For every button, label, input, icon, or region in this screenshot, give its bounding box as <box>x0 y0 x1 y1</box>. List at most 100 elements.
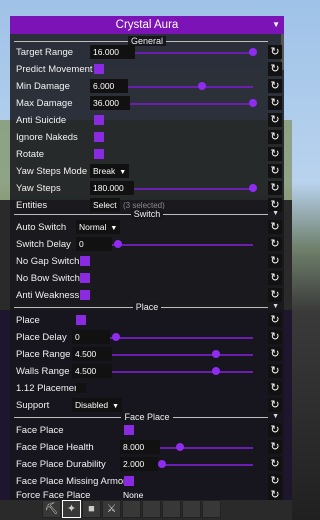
setting-112-placement[interactable]: 1.12 Placement ↻ <box>10 380 284 397</box>
setting-yaw-steps[interactable]: Yaw Steps 180.000 ↻ <box>10 180 284 197</box>
hotbar-slot[interactable] <box>122 500 141 518</box>
reset-icon[interactable]: ↻ <box>268 440 282 454</box>
max-damage-slider[interactable] <box>130 103 253 105</box>
walls-range-slider[interactable] <box>112 371 253 373</box>
hotbar-slot[interactable] <box>162 500 181 518</box>
setting-force-face-place[interactable]: Force Face Place None ↻ <box>10 487 284 500</box>
reset-icon[interactable]: ↻ <box>268 79 282 93</box>
force-face-place-dropdown[interactable]: None <box>120 488 146 500</box>
reset-icon[interactable]: ↻ <box>268 45 282 59</box>
setting-no-gap-switch[interactable]: No Gap Switch ↻ <box>10 253 284 270</box>
reset-icon[interactable]: ↻ <box>268 113 282 127</box>
face-place-checkbox[interactable] <box>124 425 134 435</box>
setting-min-damage[interactable]: Min Damage 6.000 ↻ <box>10 78 284 95</box>
setting-anti-suicide[interactable]: Anti Suicide ↻ <box>10 112 284 129</box>
setting-place[interactable]: Place ↻ <box>10 312 284 329</box>
place-delay-value[interactable]: 0 <box>72 330 110 344</box>
slider-knob[interactable] <box>198 82 206 90</box>
panel-title-bar[interactable]: Crystal Aura ▼ <box>10 16 284 34</box>
target-range-value[interactable]: 16.000 <box>90 45 135 59</box>
face-place-durability-value[interactable]: 2.000 <box>120 457 158 471</box>
slider-knob[interactable] <box>212 367 220 375</box>
setting-face-place-durability[interactable]: Face Place Durability 2.000 ↻ <box>10 456 284 473</box>
setting-face-place[interactable]: Face Place ↻ <box>10 422 284 439</box>
hotbar-slot[interactable]: ⛏ <box>42 500 61 518</box>
anti-suicide-checkbox[interactable] <box>94 115 104 125</box>
collapse-icon[interactable]: ▼ <box>272 16 280 34</box>
place-range-value[interactable]: 4.500 <box>72 347 112 361</box>
setting-rotate[interactable]: Rotate ↻ <box>10 146 284 163</box>
place-range-slider[interactable] <box>112 354 253 356</box>
max-damage-value[interactable]: 36.000 <box>90 96 130 110</box>
switch-delay-slider[interactable] <box>112 244 253 246</box>
reset-icon[interactable]: ↻ <box>268 423 282 437</box>
slider-knob[interactable] <box>212 350 220 358</box>
setting-face-place-health[interactable]: Face Place Health 8.000 ↻ <box>10 439 284 456</box>
reset-icon[interactable]: ↻ <box>268 96 282 110</box>
yaw-steps-slider[interactable] <box>134 188 253 190</box>
min-damage-slider[interactable] <box>128 86 253 88</box>
hotbar-slot[interactable] <box>182 500 201 518</box>
hotbar-slot[interactable] <box>202 500 221 518</box>
switch-delay-value[interactable]: 0 <box>76 237 112 251</box>
setting-auto-switch[interactable]: Auto Switch Normal ▼ ↻ <box>10 219 284 236</box>
reset-icon[interactable]: ↻ <box>268 313 282 327</box>
setting-ignore-nakeds[interactable]: Ignore Nakeds ↻ <box>10 129 284 146</box>
face-place-health-slider[interactable] <box>160 447 253 449</box>
placement-112-checkbox[interactable] <box>76 383 86 393</box>
reset-icon[interactable]: ↻ <box>268 181 282 195</box>
rotate-checkbox[interactable] <box>94 149 104 159</box>
setting-no-bow-switch[interactable]: No Bow Switch ↻ <box>10 270 284 287</box>
slider-knob[interactable] <box>158 460 166 468</box>
reset-icon[interactable]: ↻ <box>268 130 282 144</box>
place-checkbox[interactable] <box>76 315 86 325</box>
reset-icon[interactable]: ↻ <box>268 62 282 76</box>
reset-icon[interactable]: ↻ <box>268 364 282 378</box>
reset-icon[interactable]: ↻ <box>268 381 282 395</box>
slider-knob[interactable] <box>249 99 257 107</box>
slider-knob[interactable] <box>249 184 257 192</box>
support-dropdown[interactable]: Disabled ▼ <box>72 398 123 412</box>
setting-place-delay[interactable]: Place Delay 0 ↻ <box>10 329 284 346</box>
reset-icon[interactable]: ↻ <box>268 147 282 161</box>
walls-range-value[interactable]: 4.500 <box>72 364 112 378</box>
auto-switch-dropdown[interactable]: Normal ▼ <box>76 220 121 234</box>
reset-icon[interactable]: ↻ <box>268 164 282 178</box>
reset-icon[interactable]: ↻ <box>268 330 282 344</box>
reset-icon[interactable]: ↻ <box>268 398 282 412</box>
predict-movement-checkbox[interactable] <box>94 64 104 74</box>
reset-icon[interactable]: ↻ <box>268 457 282 471</box>
hotbar-slot[interactable]: ■ <box>82 500 101 518</box>
place-delay-slider[interactable] <box>110 337 253 339</box>
slider-knob[interactable] <box>112 333 120 341</box>
yaw-steps-value[interactable]: 180.000 <box>90 181 134 195</box>
face-place-health-value[interactable]: 8.000 <box>120 440 160 454</box>
slider-knob[interactable] <box>249 48 257 56</box>
slider-knob[interactable] <box>114 240 122 248</box>
reset-icon[interactable]: ↻ <box>268 220 282 234</box>
hotbar-slot[interactable]: ⚔ <box>102 500 121 518</box>
no-gap-switch-checkbox[interactable] <box>80 256 90 266</box>
yaw-steps-mode-dropdown[interactable]: Break ▼ <box>90 164 130 178</box>
setting-yaw-steps-mode[interactable]: Yaw Steps Mode Break ▼ ↻ <box>10 163 284 180</box>
setting-place-range[interactable]: Place Range 4.500 ↻ <box>10 346 284 363</box>
reset-icon[interactable]: ↻ <box>268 347 282 361</box>
reset-icon[interactable]: ↻ <box>268 237 282 251</box>
reset-icon[interactable]: ↻ <box>268 488 282 500</box>
setting-walls-range[interactable]: Walls Range 4.500 ↻ <box>10 363 284 380</box>
no-bow-switch-checkbox[interactable] <box>80 273 90 283</box>
setting-switch-delay[interactable]: Switch Delay 0 ↻ <box>10 236 284 253</box>
face-place-durability-slider[interactable] <box>158 464 253 466</box>
anti-weakness-checkbox[interactable] <box>80 290 90 300</box>
hotbar-slot[interactable] <box>142 500 161 518</box>
missing-armor-checkbox[interactable] <box>124 476 134 486</box>
reset-icon[interactable]: ↻ <box>268 288 282 302</box>
setting-max-damage[interactable]: Max Damage 36.000 ↻ <box>10 95 284 112</box>
hotbar-slot-selected[interactable]: ✦ <box>62 500 81 518</box>
reset-icon[interactable]: ↻ <box>268 271 282 285</box>
setting-predict-movement[interactable]: Predict Movement ↻ <box>10 61 284 78</box>
slider-knob[interactable] <box>176 443 184 451</box>
ignore-nakeds-checkbox[interactable] <box>94 132 104 142</box>
setting-target-range[interactable]: Target Range 16.000 ↻ <box>10 44 284 61</box>
reset-icon[interactable]: ↻ <box>268 254 282 268</box>
